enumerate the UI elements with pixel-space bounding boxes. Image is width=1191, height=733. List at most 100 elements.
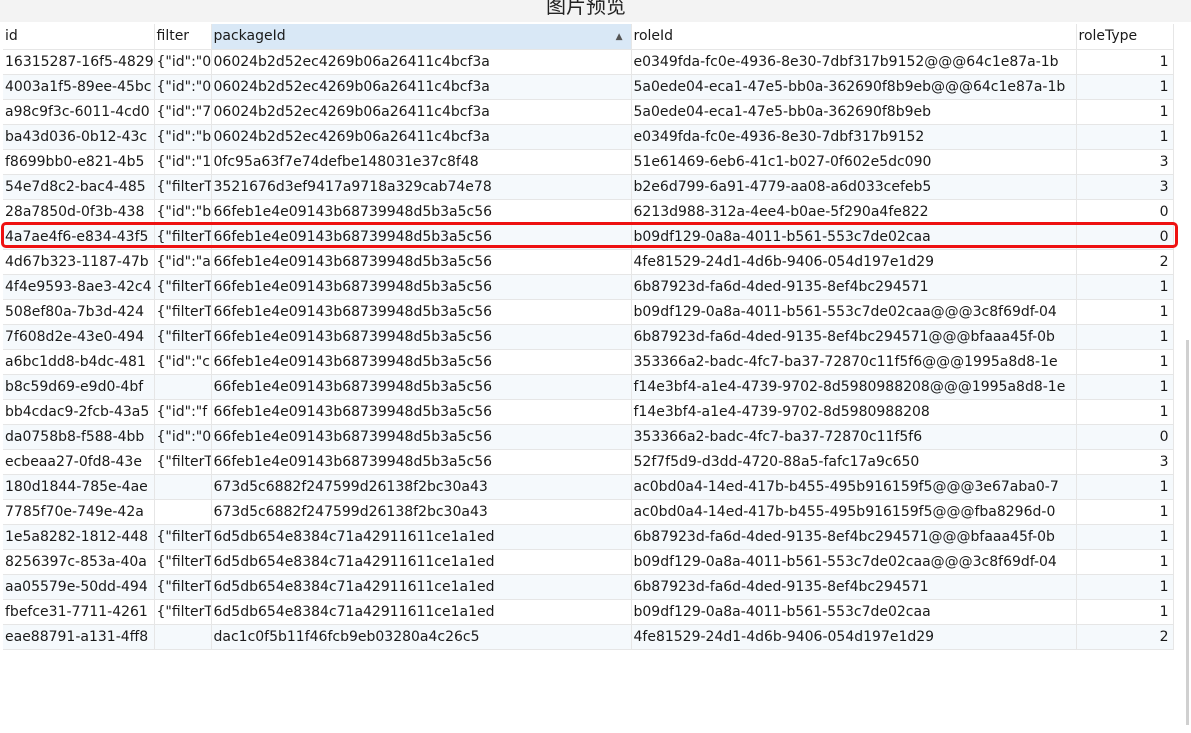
column-header-packageid[interactable]: packageId ▲ [211,24,632,50]
roletype-cell[interactable]: 1 [1076,474,1174,500]
roletype-cell[interactable]: 3 [1076,149,1174,175]
id-cell[interactable]: fbefce31-7711-4261 [3,599,155,625]
table-row[interactable]: 508ef80a-7b3d-424 {"filterT 66feb1e4e09143… [3,299,1174,325]
roleid-cell[interactable]: 6b87923d-fa6d-4ded-9135-8ef4bc294571@@@b… [631,324,1077,350]
filter-cell[interactable]: {"id":"0 [154,424,212,450]
packageid-cell[interactable]: 673d5c6882f247599d26138f2bc30a43 [211,474,632,500]
id-cell[interactable]: aa05579e-50dd-494 [3,574,155,600]
id-cell[interactable]: 4003a1f5-89ee-45bc [3,74,155,100]
roletype-cell[interactable]: 2 [1076,624,1174,650]
packageid-cell[interactable]: 66feb1e4e09143b68739948d5b3a5c56 [211,249,632,275]
roletype-cell[interactable]: 1 [1076,599,1174,625]
roletype-cell[interactable]: 1 [1076,124,1174,150]
filter-cell[interactable]: {"filterT [154,224,212,250]
filter-cell[interactable]: {"filterT [154,174,212,200]
packageid-cell[interactable]: 66feb1e4e09143b68739948d5b3a5c56 [211,449,632,475]
packageid-cell[interactable]: 6d5db654e8384c71a42911611ce1a1ed [211,574,632,600]
roleid-cell[interactable]: e0349fda-fc0e-4936-8e30-7dbf317b9152@@@6… [631,49,1077,75]
roletype-cell[interactable]: 1 [1076,74,1174,100]
packageid-cell[interactable]: 66feb1e4e09143b68739948d5b3a5c56 [211,424,632,450]
id-cell[interactable]: 180d1844-785e-4ae [3,474,155,500]
table-row[interactable]: ba43d036-0b12-43c {"id":"b 06024b2d52ec426… [3,124,1174,150]
roletype-cell[interactable]: 1 [1076,374,1174,400]
id-cell[interactable]: eae88791-a131-4ff8 [3,624,155,650]
roleid-cell[interactable]: 52f7f5d9-d3dd-4720-88a5-fafc17a9c650 [631,449,1077,475]
id-cell[interactable]: ecbeaa27-0fd8-43e [3,449,155,475]
table-row[interactable]: 1e5a8282-1812-448 {"filterT 6d5db654e8384c… [3,524,1174,550]
roletype-cell[interactable]: 3 [1076,174,1174,200]
id-cell[interactable]: a6bc1dd8-b4dc-481 [3,349,155,375]
table-row[interactable]: 4003a1f5-89ee-45bc {"id":"0 06024b2d52ec42… [3,74,1174,100]
roleid-cell[interactable]: 6b87923d-fa6d-4ded-9135-8ef4bc294571 [631,274,1077,300]
packageid-cell[interactable]: 06024b2d52ec4269b06a26411c4bcf3a [211,74,632,100]
table-row[interactable]: f8699bb0-e821-4b5 {"id":"1 0fc95a63f7e74de… [3,149,1174,175]
table-row[interactable]: 4f4e9593-8ae3-42c4 {"filterT 66feb1e4e0914… [3,274,1174,300]
packageid-cell[interactable]: 66feb1e4e09143b68739948d5b3a5c56 [211,199,632,225]
data-grid[interactable]: id filter packageId ▲ roleId roleType 163… [3,24,1174,650]
table-row[interactable]: 28a7850d-0f3b-438 {"id":"b 66feb1e4e09143b… [3,199,1174,225]
table-row[interactable]: ecbeaa27-0fd8-43e {"filterT 66feb1e4e09143… [3,449,1174,475]
id-cell[interactable]: 1e5a8282-1812-448 [3,524,155,550]
id-cell[interactable]: 4f4e9593-8ae3-42c4 [3,274,155,300]
filter-cell[interactable]: {"filterT [154,299,212,325]
roleid-cell[interactable]: 6b87923d-fa6d-4ded-9135-8ef4bc294571@@@b… [631,524,1077,550]
packageid-cell[interactable]: 66feb1e4e09143b68739948d5b3a5c56 [211,224,632,250]
column-header-id[interactable]: id [3,24,155,50]
id-cell[interactable]: f8699bb0-e821-4b5 [3,149,155,175]
filter-cell[interactable] [154,374,212,400]
table-row[interactable]: 7f608d2e-43e0-494 {"filterT 66feb1e4e09143… [3,324,1174,350]
table-row[interactable]: 16315287-16f5-4829 {"id":"0 06024b2d52ec42… [3,49,1174,75]
id-cell[interactable]: 4a7ae4f6-e834-43f5 [3,224,155,250]
roletype-cell[interactable]: 1 [1076,99,1174,125]
id-cell[interactable]: ba43d036-0b12-43c [3,124,155,150]
roleid-cell[interactable]: b09df129-0a8a-4011-b561-553c7de02caa [631,224,1077,250]
table-row[interactable]: a6bc1dd8-b4dc-481 {"id":"c 66feb1e4e09143b… [3,349,1174,375]
roletype-cell[interactable]: 1 [1076,49,1174,75]
packageid-cell[interactable]: 6d5db654e8384c71a42911611ce1a1ed [211,599,632,625]
filter-cell[interactable] [154,624,212,650]
roleid-cell[interactable]: e0349fda-fc0e-4936-8e30-7dbf317b9152 [631,124,1077,150]
table-row[interactable]: 4a7ae4f6-e834-43f5 {"filterT 66feb1e4e0914… [3,224,1174,250]
packageid-cell[interactable]: 66feb1e4e09143b68739948d5b3a5c56 [211,374,632,400]
packageid-cell[interactable]: 0fc95a63f7e74defbe148031e37c8f48 [211,149,632,175]
filter-cell[interactable]: {"id":"b [154,124,212,150]
packageid-cell[interactable]: 6d5db654e8384c71a42911611ce1a1ed [211,549,632,575]
roleid-cell[interactable]: 51e61469-6eb6-41c1-b027-0f602e5dc090 [631,149,1077,175]
column-header-roletype[interactable]: roleType [1076,24,1174,50]
packageid-cell[interactable]: 06024b2d52ec4269b06a26411c4bcf3a [211,49,632,75]
filter-cell[interactable]: {"filterT [154,524,212,550]
roleid-cell[interactable]: 5a0ede04-eca1-47e5-bb0a-362690f8b9eb@@@6… [631,74,1077,100]
roleid-cell[interactable]: 4fe81529-24d1-4d6b-9406-054d197e1d29 [631,624,1077,650]
packageid-cell[interactable]: 66feb1e4e09143b68739948d5b3a5c56 [211,399,632,425]
roletype-cell[interactable]: 1 [1076,499,1174,525]
roletype-cell[interactable]: 2 [1076,249,1174,275]
table-row[interactable]: 180d1844-785e-4ae 673d5c6882f247599d26138… [3,474,1174,500]
roletype-cell[interactable]: 0 [1076,424,1174,450]
packageid-cell[interactable]: 66feb1e4e09143b68739948d5b3a5c56 [211,299,632,325]
vertical-scrollbar[interactable] [1186,340,1189,725]
filter-cell[interactable] [154,499,212,525]
roleid-cell[interactable]: b09df129-0a8a-4011-b561-553c7de02caa@@@3… [631,299,1077,325]
roletype-cell[interactable]: 1 [1076,274,1174,300]
roleid-cell[interactable]: f14e3bf4-a1e4-4739-9702-8d5980988208@@@1… [631,374,1077,400]
id-cell[interactable]: bb4cdac9-2fcb-43a5 [3,399,155,425]
id-cell[interactable]: 7785f70e-749e-42a [3,499,155,525]
roleid-cell[interactable]: b09df129-0a8a-4011-b561-553c7de02caa@@@3… [631,549,1077,575]
roleid-cell[interactable]: 353366a2-badc-4fc7-ba37-72870c11f5f6@@@1… [631,349,1077,375]
roleid-cell[interactable]: 6213d988-312a-4ee4-b0ae-5f290a4fe822 [631,199,1077,225]
roleid-cell[interactable]: 6b87923d-fa6d-4ded-9135-8ef4bc294571 [631,574,1077,600]
table-row[interactable]: fbefce31-7711-4261 {"filterT 6d5db654e8384… [3,599,1174,625]
packageid-cell[interactable]: dac1c0f5b11f46fcb9eb03280a4c26c5 [211,624,632,650]
filter-cell[interactable]: {"id":"0 [154,74,212,100]
filter-cell[interactable]: {"id":"c [154,349,212,375]
filter-cell[interactable]: {"id":"7 [154,99,212,125]
packageid-cell[interactable]: 673d5c6882f247599d26138f2bc30a43 [211,499,632,525]
table-row[interactable]: 4d67b323-1187-47b {"id":"a 66feb1e4e09143b… [3,249,1174,275]
table-row[interactable]: 54e7d8c2-bac4-485 {"filterT 3521676d3ef941… [3,174,1174,200]
filter-cell[interactable]: {"id":"a [154,249,212,275]
id-cell[interactable]: 8256397c-853a-40a [3,549,155,575]
table-row[interactable]: b8c59d69-e9d0-4bf 66feb1e4e09143b68739948… [3,374,1174,400]
roleid-cell[interactable]: ac0bd0a4-14ed-417b-b455-495b916159f5@@@3… [631,474,1077,500]
roleid-cell[interactable]: b09df129-0a8a-4011-b561-553c7de02caa [631,599,1077,625]
roleid-cell[interactable]: 353366a2-badc-4fc7-ba37-72870c11f5f6 [631,424,1077,450]
